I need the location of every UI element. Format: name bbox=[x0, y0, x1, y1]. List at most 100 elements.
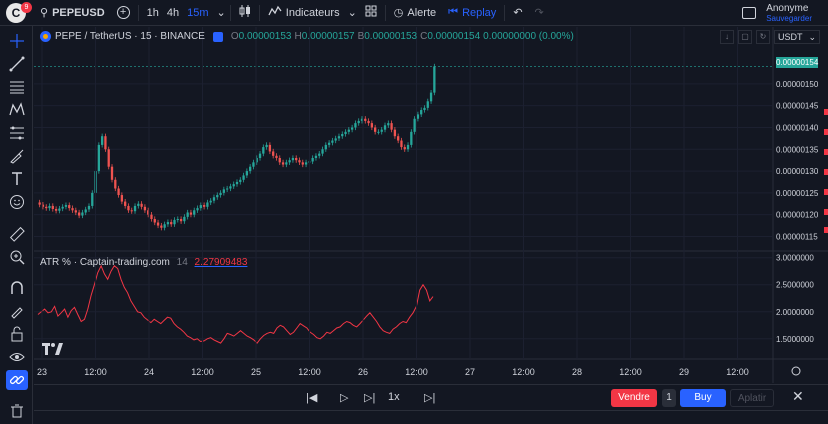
redo-button[interactable]: ↷ bbox=[529, 0, 550, 26]
speed-control[interactable]: 1x bbox=[388, 391, 400, 403]
candle-body bbox=[383, 125, 387, 130]
candle-body bbox=[51, 205, 54, 209]
buy-button[interactable]: Buy bbox=[680, 389, 726, 407]
compare-button[interactable]: + bbox=[111, 0, 136, 26]
candle-body bbox=[272, 151, 275, 156]
candle-body bbox=[163, 224, 166, 228]
candle-body bbox=[327, 142, 331, 145]
user-menu[interactable]: Anonyme Sauvegarder bbox=[742, 3, 812, 23]
price-tick-label: 0.00000115 bbox=[776, 232, 818, 241]
fullscreen-icon[interactable]: ▢ bbox=[738, 30, 752, 44]
timeframe-4h[interactable]: 4h bbox=[165, 0, 181, 26]
jump-back-icon[interactable]: |◀ bbox=[306, 391, 317, 404]
crosshair-tool[interactable] bbox=[6, 31, 28, 51]
link-tool[interactable] bbox=[6, 370, 28, 390]
magnet-tool[interactable] bbox=[6, 278, 28, 298]
indicator-length: 14 bbox=[176, 257, 188, 268]
atr-tick-label: 3.0000000 bbox=[776, 254, 814, 263]
time-tick-label: 27 bbox=[465, 367, 475, 377]
candle-body bbox=[258, 153, 262, 158]
indicator-name: ATR % · Captain-trading.com bbox=[40, 257, 170, 268]
ruler-tool[interactable] bbox=[6, 224, 28, 244]
settings-gear-icon[interactable] bbox=[791, 366, 801, 376]
jump-realtime-icon[interactable]: ▷| bbox=[424, 391, 435, 404]
candle-body bbox=[285, 162, 288, 165]
indicators-dropdown[interactable]: ⌄ bbox=[346, 0, 359, 26]
pattern-tool[interactable] bbox=[6, 100, 28, 120]
undo-icon: ↶ bbox=[513, 7, 523, 19]
close-value: 0.00000154 bbox=[427, 31, 481, 42]
alert-button[interactable]: ◷ Alerte bbox=[388, 0, 442, 26]
undo-button[interactable]: ↶ bbox=[507, 0, 528, 26]
visibility-tool[interactable] bbox=[6, 347, 28, 367]
candle-body bbox=[341, 134, 344, 137]
emoji-tool[interactable] bbox=[6, 192, 28, 212]
candle-body bbox=[193, 210, 196, 215]
candle-body bbox=[91, 192, 94, 206]
user-name: Anonyme bbox=[766, 3, 809, 14]
indicator-legend[interactable]: ATR % · Captain-trading.com 14 2.2790948… bbox=[40, 257, 247, 268]
price-tick-label: 0.00000130 bbox=[776, 167, 819, 176]
layouts-button[interactable] bbox=[359, 0, 383, 26]
candle-body bbox=[166, 222, 170, 225]
timeframe-15m[interactable]: 15m bbox=[181, 0, 214, 26]
alert-marker bbox=[824, 109, 828, 115]
chart-type-button[interactable] bbox=[233, 0, 257, 26]
timeframe-dropdown[interactable]: ⌄ bbox=[215, 0, 228, 26]
play-icon[interactable]: ▷ bbox=[340, 391, 348, 404]
price-tick-label: 0.00000150 bbox=[776, 80, 819, 89]
time-tick-label: 12:00 bbox=[405, 367, 428, 377]
refresh-icon[interactable]: ↻ bbox=[756, 30, 770, 44]
live-dot-icon bbox=[212, 31, 223, 42]
stay-drawing-tool[interactable] bbox=[6, 301, 28, 321]
candle-body bbox=[45, 206, 48, 209]
legend-title[interactable]: PEPE / TetherUS · 15 · BINANCE bbox=[55, 31, 205, 42]
alert-marker bbox=[824, 169, 828, 175]
replay-button[interactable]: ⏮ Replay bbox=[442, 0, 502, 26]
candle-body bbox=[160, 225, 163, 228]
separator bbox=[258, 4, 260, 21]
candle-body bbox=[406, 144, 410, 150]
link-icon bbox=[9, 375, 25, 385]
trendline-tool[interactable] bbox=[6, 54, 28, 74]
chart-canvas[interactable]: 0.00000150 0.00000145 0.00000140 0.00000135… bbox=[34, 27, 828, 383]
candles-icon bbox=[239, 4, 251, 21]
text-tool[interactable] bbox=[6, 169, 28, 189]
close-icon[interactable]: ✕ bbox=[792, 388, 804, 405]
candle-body bbox=[48, 205, 51, 209]
lock-tool[interactable] bbox=[6, 324, 28, 344]
candle-body bbox=[209, 200, 212, 203]
time-tick-label: 26 bbox=[358, 367, 368, 377]
replay-icon: ⏮ bbox=[448, 6, 459, 18]
scroll-down-icon[interactable]: ↓ bbox=[720, 30, 734, 44]
sell-button[interactable]: Vendre bbox=[611, 389, 657, 407]
quantity-field[interactable]: 1 bbox=[662, 389, 676, 407]
zoom-tool[interactable] bbox=[6, 247, 28, 267]
currency-select[interactable]: USDT ⌄ bbox=[774, 30, 820, 44]
candle-body bbox=[206, 202, 209, 207]
atr-tick-label: 1.5000000 bbox=[776, 335, 814, 344]
chevron-down-icon: ⌄ bbox=[216, 7, 226, 19]
symbol-search[interactable]: ⚲ PEPEUSD bbox=[34, 0, 111, 26]
step-forward-icon[interactable]: ▷| bbox=[364, 391, 375, 404]
delete-tool[interactable] bbox=[6, 401, 28, 421]
brush-tool[interactable] bbox=[6, 146, 28, 166]
indicators-button[interactable]: Indicateurs bbox=[262, 0, 346, 26]
close-label: C bbox=[420, 31, 428, 42]
candle-body bbox=[433, 66, 436, 93]
flatten-button[interactable]: Aplatir bbox=[730, 389, 774, 407]
fib-tool[interactable] bbox=[6, 77, 28, 97]
candle-body bbox=[311, 157, 314, 162]
candle-body bbox=[331, 140, 334, 143]
candle-body bbox=[117, 188, 120, 196]
candle-body bbox=[130, 210, 133, 212]
projection-tool[interactable] bbox=[6, 123, 28, 143]
timeframe-1h[interactable]: 1h bbox=[141, 0, 165, 26]
save-link[interactable]: Sauvegarder bbox=[766, 14, 812, 23]
candle-body bbox=[176, 219, 179, 221]
brush-icon bbox=[10, 149, 24, 164]
candle-body bbox=[423, 107, 426, 111]
candle-body bbox=[278, 157, 281, 163]
chart-area[interactable]: 0.00000150 0.00000145 0.00000140 0.00000135… bbox=[34, 27, 828, 383]
candle-body bbox=[64, 205, 68, 207]
